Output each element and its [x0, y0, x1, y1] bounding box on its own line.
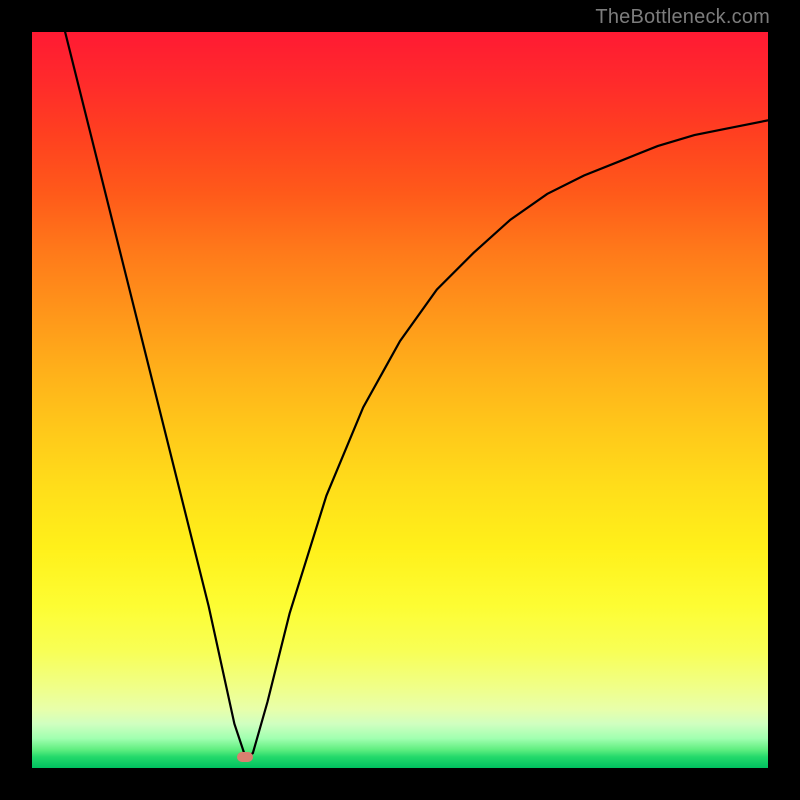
bottleneck-curve [65, 32, 768, 757]
curve-svg [32, 32, 768, 768]
plot-area [32, 32, 768, 768]
optimum-marker [237, 752, 253, 762]
chart-frame: TheBottleneck.com [0, 0, 800, 800]
watermark-text: TheBottleneck.com [595, 6, 770, 29]
